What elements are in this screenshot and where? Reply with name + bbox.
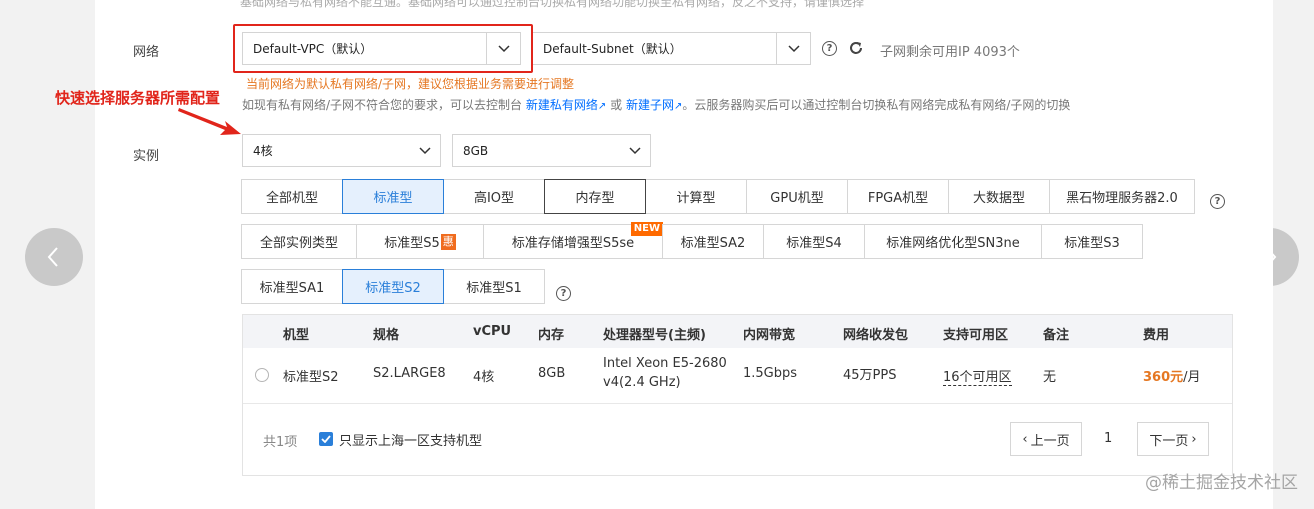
network-hint-prefix: 如现有私有网络/子网不符合您的要求，可以去控制台 [242, 98, 523, 112]
cell-zones[interactable]: 16个可用区 [943, 366, 1012, 386]
external-link-icon: ↗ [597, 101, 607, 112]
col-bandwidth: 内网带宽 [743, 328, 796, 343]
network-warning: 当前网络为默认私有网络/子网，建议您根据业务需要进行调整 [246, 77, 575, 91]
table-header: 机型 规格 vCPU 内存 处理器型号(主频) 内网带宽 网络收发包 支持可用区… [243, 315, 1232, 348]
refresh-icon[interactable] [848, 40, 864, 60]
cell-price: 360元/月 [1143, 366, 1201, 385]
chevron-down-icon [410, 146, 440, 155]
create-subnet-link[interactable]: 新建子网 [626, 98, 674, 112]
cell-vcpu: 4核 [473, 370, 495, 385]
instance-family-tabs: 全部机型 标准型 高IO型 内存型 计算型 GPU机型 FPGA机型 大数据型 … [241, 179, 1195, 214]
filter-checkbox[interactable] [319, 432, 333, 446]
col-spec: 规格 [373, 328, 400, 343]
family-bigdata[interactable]: 大数据型 [948, 179, 1050, 214]
subnet-select-value: Default-Subnet（默认） [543, 42, 682, 56]
chevron-left-icon: ‹ [1022, 431, 1028, 447]
family-fpga[interactable]: FPGA机型 [847, 179, 949, 214]
next-page-label: 下一页 [1149, 433, 1189, 449]
network-top-hint: 基础网络与私有网络不能互通。基础网络可以通过控制台切换私有网络功能切换至私有网络… [240, 0, 865, 9]
discount-badge: 惠 [440, 233, 456, 250]
cell-spec: S2.LARGE8 [373, 366, 446, 381]
family-gpu[interactable]: GPU机型 [746, 179, 848, 214]
type-all[interactable]: 全部实例类型 [241, 224, 357, 259]
prev-page-button[interactable]: ‹ 上一页 [1010, 422, 1082, 456]
cpu-select[interactable]: 4核 [242, 134, 441, 167]
family-standard[interactable]: 标准型 [342, 179, 444, 214]
col-zones: 支持可用区 [943, 328, 1009, 343]
type-s5-label: 标准型S5 [384, 236, 440, 251]
row-radio[interactable] [255, 368, 269, 382]
cell-bandwidth: 1.5Gbps [743, 366, 798, 381]
col-note: 备注 [1043, 328, 1070, 343]
cell-cpu-line2: v4(2.4 GHz) [603, 375, 681, 390]
table-row[interactable]: 标准型S2 S2.LARGE8 4核 8GB Intel Xeon E5-268… [243, 348, 1232, 404]
annotation-arrow-icon [178, 108, 241, 135]
type-s5se[interactable]: 标准存储增强型S5se NEW [483, 222, 663, 259]
network-hint-or: 或 [610, 98, 623, 112]
memory-select-value: 8GB [463, 143, 489, 158]
prev-page-label: 上一页 [1030, 433, 1070, 449]
check-icon [321, 435, 331, 443]
type-s1[interactable]: 标准型S1 [443, 269, 545, 304]
col-pps: 网络收发包 [843, 328, 909, 343]
help-icon[interactable]: ? [1210, 194, 1225, 209]
cpu-select-value: 4核 [253, 144, 273, 158]
col-memory: 内存 [538, 328, 565, 343]
col-cpu-model: 处理器型号(主频) [603, 328, 706, 343]
chevron-down-icon [776, 33, 810, 64]
cell-model: 标准型S2 [283, 370, 339, 385]
instance-type-tabs-row1: 全部实例类型 标准型S5 惠 标准存储增强型S5se NEW 标准型SA2 标准型… [241, 222, 1143, 259]
col-price: 费用 [1143, 328, 1170, 343]
price-unit: /月 [1183, 370, 1201, 385]
family-memory[interactable]: 内存型 [544, 179, 646, 214]
col-vcpu: vCPU [473, 324, 512, 339]
chevron-down-icon [620, 146, 650, 155]
cell-pps: 45万PPS [843, 368, 897, 383]
family-compute[interactable]: 计算型 [645, 179, 747, 214]
chevron-right-icon: › [1191, 431, 1197, 447]
family-all[interactable]: 全部机型 [241, 179, 343, 214]
highlight-box [233, 24, 533, 73]
price-value: 360元 [1143, 370, 1184, 385]
type-s4[interactable]: 标准型S4 [763, 224, 865, 259]
family-high-io[interactable]: 高IO型 [443, 179, 545, 214]
help-icon[interactable]: ? [822, 41, 837, 56]
instance-type-tabs-row2: 标准型SA1 标准型S2 标准型S1 [241, 269, 545, 304]
next-page-button[interactable]: 下一页 › [1137, 422, 1209, 456]
instance-table: 机型 规格 vCPU 内存 处理器型号(主频) 内网带宽 网络收发包 支持可用区… [242, 314, 1233, 476]
current-page: 1 [1104, 431, 1113, 446]
new-badge: NEW [630, 222, 663, 236]
watermark-text: @稀土掘金技术社区 [1145, 473, 1298, 493]
instance-label: 实例 [133, 149, 160, 164]
prev-slide-button[interactable] [25, 228, 83, 286]
network-hint-suffix: 。云服务器购买后可以通过控制台切换私有网络完成私有网络/子网的切换 [682, 98, 1071, 112]
help-icon[interactable]: ? [556, 286, 571, 301]
type-s5se-label: 标准存储增强型S5se [511, 236, 635, 251]
create-vpc-link[interactable]: 新建私有网络 [526, 98, 598, 112]
table-total: 共1项 [263, 435, 298, 450]
type-sa1[interactable]: 标准型SA1 [241, 269, 343, 304]
filter-label[interactable]: 只显示上海一区支持机型 [339, 430, 482, 449]
type-s3[interactable]: 标准型S3 [1041, 224, 1143, 259]
cell-note: 无 [1043, 370, 1057, 385]
family-baremetal[interactable]: 黑石物理服务器2.0 [1049, 179, 1195, 214]
memory-select[interactable]: 8GB [452, 134, 651, 167]
cell-memory: 8GB [538, 366, 566, 381]
type-sn3ne[interactable]: 标准网络优化型SN3ne [864, 224, 1042, 259]
subnet-select[interactable]: Default-Subnet（默认） [532, 32, 811, 65]
col-model: 机型 [283, 328, 310, 343]
type-sa2[interactable]: 标准型SA2 [662, 224, 764, 259]
cell-cpu-line1: Intel Xeon E5-2680 [603, 356, 727, 371]
chevron-left-icon [47, 247, 58, 267]
type-s5[interactable]: 标准型S5 惠 [356, 224, 484, 259]
network-label: 网络 [133, 45, 160, 60]
type-s2[interactable]: 标准型S2 [342, 269, 444, 304]
available-ip-text: 子网剩余可用IP 4093个 [880, 45, 1020, 60]
network-hint: 如现有私有网络/子网不符合您的要求，可以去控制台 新建私有网络↗ 或 新建子网↗… [242, 96, 1070, 113]
